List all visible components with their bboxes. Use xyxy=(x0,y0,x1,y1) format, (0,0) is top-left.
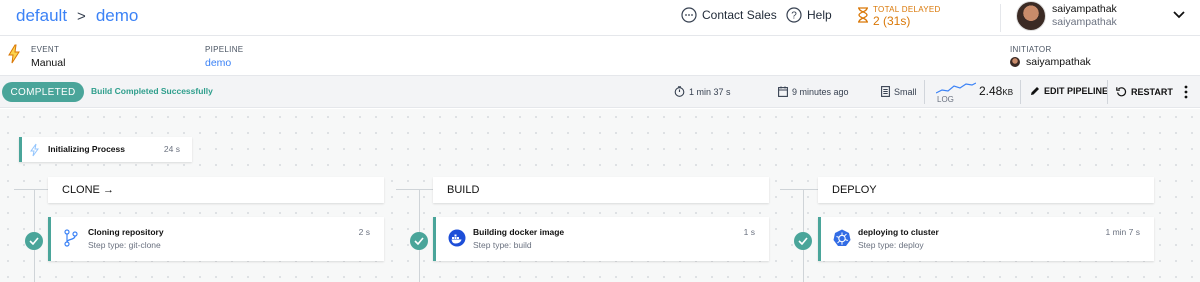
step-duration: 1 min 7 s xyxy=(1105,227,1141,237)
top-header: default > demo Contact Sales ? Help TOTA… xyxy=(0,0,1200,36)
contact-sales-label: Contact Sales xyxy=(702,8,777,22)
build-info-row: EVENT Manual PIPELINE demo INITIATOR sai… xyxy=(0,37,1200,75)
breadcrumb-pipeline-link[interactable]: demo xyxy=(96,6,139,26)
initializing-process-card[interactable]: Initializing Process 24 s xyxy=(19,137,192,162)
pipeline-link[interactable]: demo xyxy=(205,57,231,69)
connector xyxy=(14,189,48,190)
status-divider xyxy=(924,80,925,104)
help-label: Help xyxy=(807,8,832,22)
stage-header-clone[interactable]: CLONE → xyxy=(48,177,384,203)
document-icon xyxy=(881,86,890,97)
help-icon: ? xyxy=(786,7,802,23)
duration-info: 1 min 37 s xyxy=(674,86,731,97)
log-size[interactable]: 2.48KB xyxy=(979,84,1013,98)
breadcrumb-separator: > xyxy=(77,7,86,25)
lightning-icon xyxy=(30,143,39,157)
step-title: deploying to cluster xyxy=(858,227,939,237)
restart-icon xyxy=(1116,87,1127,97)
restart-label: RESTART xyxy=(1131,86,1173,97)
stage-header-deploy[interactable]: DEPLOY xyxy=(818,177,1154,203)
status-divider xyxy=(1107,80,1108,104)
step-card-build[interactable]: Building docker image Step type: build 1… xyxy=(433,217,769,261)
step-card-deploy[interactable]: deploying to cluster Step type: deploy 1… xyxy=(818,217,1154,261)
connector xyxy=(396,189,433,190)
check-icon xyxy=(410,232,428,250)
duration-value: 1 min 37 s xyxy=(689,86,731,97)
status-message: Build Completed Successfully xyxy=(91,86,213,96)
total-delayed-value: 2 (31s) xyxy=(873,14,911,28)
machine-size-info: Small xyxy=(881,86,917,97)
log-label: LOG xyxy=(937,95,954,104)
started-info: 9 minutes ago xyxy=(778,86,849,97)
svg-text:?: ? xyxy=(791,11,797,22)
step-title: Cloning repository xyxy=(88,227,164,237)
status-divider xyxy=(1020,80,1021,104)
edit-pipeline-button[interactable]: EDIT PIPELINE xyxy=(1030,86,1108,96)
initiator-avatar xyxy=(1010,57,1020,67)
stage-header-build[interactable]: BUILD xyxy=(433,177,769,203)
workflow-canvas: Initializing Process 24 s CLONE → Clonin… xyxy=(0,109,1200,282)
user-org: saiyampathak xyxy=(1052,16,1117,28)
log-sparkline-icon xyxy=(936,82,976,94)
total-delayed[interactable]: TOTAL DELAYED 2 (31s) xyxy=(857,5,941,28)
event-value: Manual xyxy=(31,57,66,69)
step-title: Building docker image xyxy=(473,227,565,237)
breadcrumb-project-link[interactable]: default xyxy=(16,6,67,26)
step-type: Step type: deploy xyxy=(858,240,924,250)
git-branch-icon xyxy=(64,229,78,247)
timer-icon xyxy=(674,86,685,97)
total-delayed-label: TOTAL DELAYED xyxy=(873,5,941,14)
init-duration: 24 s xyxy=(163,144,180,154)
step-type: Step type: build xyxy=(473,240,532,250)
edit-pipeline-label: EDIT PIPELINE xyxy=(1044,86,1109,96)
kubernetes-icon xyxy=(833,229,851,246)
calendar-icon xyxy=(778,86,788,97)
check-icon xyxy=(25,232,43,250)
machine-size-value: Small xyxy=(894,86,917,97)
step-duration: 2 s xyxy=(358,227,370,237)
breadcrumb: default > demo xyxy=(16,6,138,26)
restart-button[interactable]: RESTART xyxy=(1116,86,1173,97)
init-title: Initializing Process xyxy=(48,144,125,154)
pencil-icon xyxy=(1031,87,1039,95)
status-bar: COMPLETED Build Completed Successfully 1… xyxy=(0,75,1200,108)
header-divider xyxy=(1000,4,1001,32)
user-name: saiyampathak xyxy=(1052,3,1117,15)
chevron-down-icon[interactable] xyxy=(1172,10,1186,20)
event-label: EVENT xyxy=(31,45,60,54)
docker-icon xyxy=(448,229,466,247)
log-size-value: 2.48 xyxy=(979,84,1003,98)
status-badge: COMPLETED xyxy=(2,82,84,102)
step-card-clone[interactable]: Cloning repository Step type: git-clone … xyxy=(48,217,384,261)
initiator-value: saiyampathak xyxy=(1026,56,1091,68)
chat-icon xyxy=(681,7,697,23)
more-options-icon[interactable] xyxy=(1184,85,1188,99)
contact-sales-button[interactable]: Contact Sales xyxy=(681,7,777,23)
started-value: 9 minutes ago xyxy=(792,86,849,97)
initiator-label: INITIATOR xyxy=(1010,45,1052,54)
user-avatar[interactable] xyxy=(1016,1,1046,31)
step-duration: 1 s xyxy=(743,227,755,237)
check-icon xyxy=(794,232,812,250)
step-type: Step type: git-clone xyxy=(88,240,161,250)
connector xyxy=(780,189,818,190)
log-size-unit: KB xyxy=(1002,88,1014,97)
pipeline-label: PIPELINE xyxy=(205,45,244,54)
lightning-icon xyxy=(8,44,20,64)
hourglass-icon xyxy=(858,7,868,23)
help-button[interactable]: ? Help xyxy=(786,7,832,23)
